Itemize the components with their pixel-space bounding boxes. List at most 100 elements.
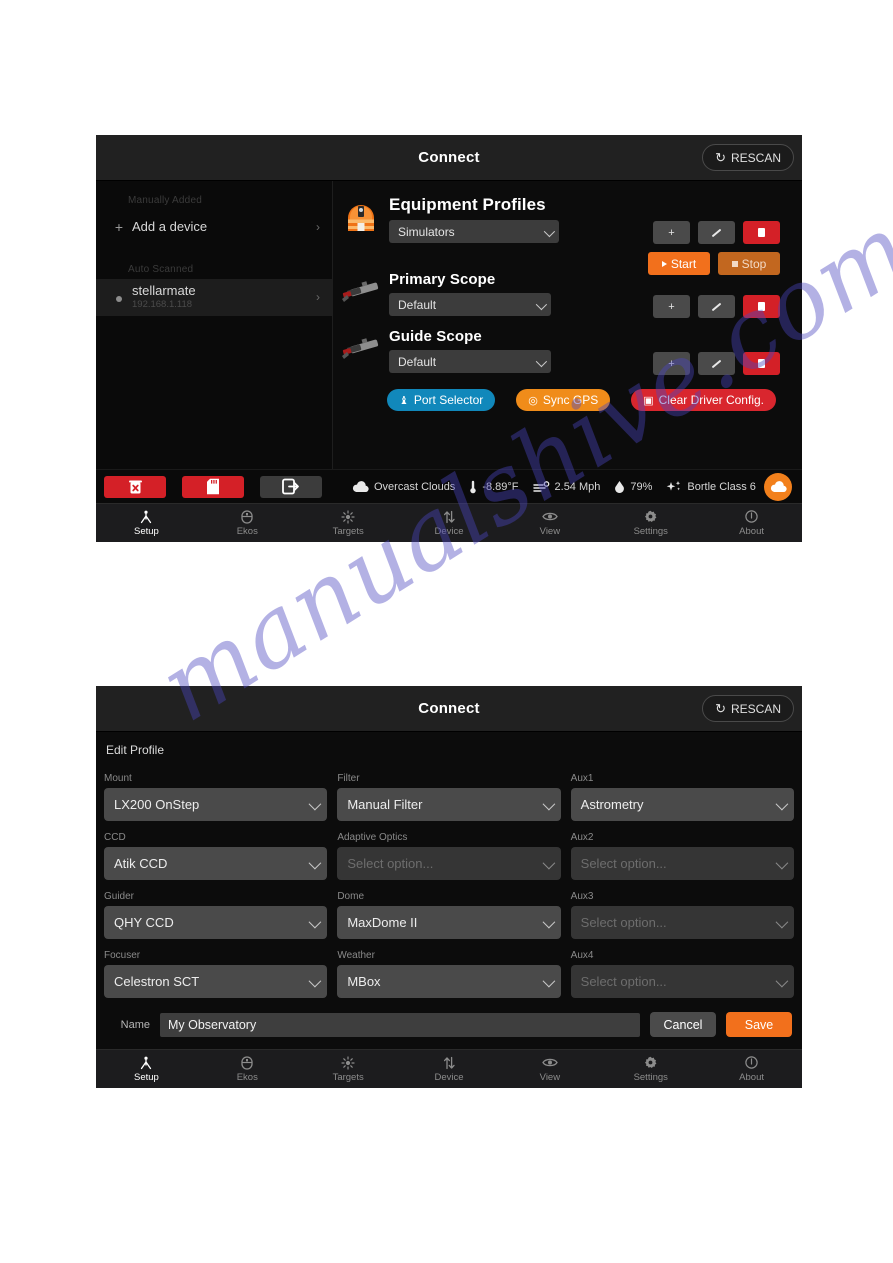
weather-temperature: -8.89°F bbox=[469, 480, 519, 494]
weather-bortle-class: Bortle Class 6 bbox=[666, 480, 756, 494]
tab-targets[interactable]: Targets bbox=[298, 509, 399, 537]
save-button[interactable]: Save bbox=[726, 1012, 792, 1037]
select-value: QHY CCD bbox=[114, 915, 174, 930]
wind-icon bbox=[532, 480, 550, 493]
field-label: Aux3 bbox=[570, 891, 594, 902]
section-guide-scope: Guide Scope Default + bbox=[333, 328, 802, 375]
edit-primary-scope-button[interactable] bbox=[698, 295, 735, 318]
mount-select[interactable]: LX200 OnStep bbox=[104, 788, 328, 821]
select-value: Select option... bbox=[580, 974, 667, 989]
form-row: Guider QHY CCD Dome MaxDome II Aux3 Sele… bbox=[104, 891, 794, 939]
section-title: Primary Scope bbox=[389, 271, 496, 288]
chevron-down-icon bbox=[543, 225, 556, 237]
device-sidebar: Manually Added + Add a device › Auto Sca… bbox=[96, 181, 333, 469]
field-label: Weather bbox=[337, 950, 375, 961]
logout-button[interactable] bbox=[260, 475, 322, 498]
add-profile-button[interactable]: + bbox=[653, 221, 690, 244]
ekos-icon bbox=[241, 1055, 253, 1070]
adaptive-optics-select[interactable]: Select option... bbox=[337, 847, 561, 880]
delete-profile-button[interactable] bbox=[743, 221, 780, 244]
filter-select[interactable]: Manual Filter bbox=[337, 788, 561, 821]
tab-about[interactable]: About bbox=[701, 509, 802, 537]
pencil-icon bbox=[711, 359, 722, 368]
tab-label: Setup bbox=[134, 1072, 159, 1083]
primary-scope-action-buttons: + bbox=[653, 295, 780, 318]
field-label: Adaptive Optics bbox=[337, 832, 408, 843]
tab-settings[interactable]: Settings bbox=[600, 1055, 701, 1083]
profile-name-input[interactable] bbox=[160, 1012, 640, 1037]
tab-device[interactable]: Device bbox=[399, 1055, 500, 1083]
stars-icon bbox=[666, 480, 682, 494]
play-icon bbox=[661, 260, 667, 267]
guider-select[interactable]: QHY CCD bbox=[104, 906, 328, 939]
dome-select[interactable]: MaxDome II bbox=[337, 906, 561, 939]
aux3-select[interactable]: Select option... bbox=[570, 906, 794, 939]
edit-guide-scope-button[interactable] bbox=[698, 352, 735, 375]
tab-label: Settings bbox=[633, 1072, 668, 1083]
sidebar-item-stellarmate[interactable]: stellarmate 192.168.1.118 › bbox=[96, 279, 332, 316]
guide-scope-select[interactable]: Default bbox=[389, 350, 551, 373]
rescan-button[interactable]: ↻ RESCAN bbox=[702, 695, 794, 722]
add-primary-scope-button[interactable]: + bbox=[653, 295, 690, 318]
tab-setup[interactable]: Setup bbox=[96, 1055, 197, 1083]
weather-cloud-button[interactable] bbox=[764, 472, 792, 501]
delete-device-button[interactable] bbox=[104, 475, 166, 498]
dot-icon bbox=[110, 289, 128, 305]
device-icon bbox=[442, 1055, 456, 1070]
edit-profile-title: Edit Profile bbox=[106, 743, 165, 757]
device-icon bbox=[442, 509, 456, 524]
tab-about[interactable]: About bbox=[701, 1055, 802, 1083]
primary-scope-select[interactable]: Default bbox=[389, 293, 551, 316]
aux1-select[interactable]: Astrometry bbox=[570, 788, 794, 821]
tab-targets[interactable]: Targets bbox=[298, 1055, 399, 1083]
rescan-label: RESCAN bbox=[730, 150, 781, 165]
clear-driver-config-button[interactable]: ▣ Clear Driver Config. bbox=[631, 389, 776, 411]
tab-label: Device bbox=[434, 1072, 464, 1083]
section-equipment-profiles: Equipment Profiles Simulators + Start St… bbox=[333, 195, 802, 275]
connect-screen-edit-profile: Connect ↻ RESCAN Edit Profile Mount LX20… bbox=[96, 686, 802, 1088]
thermometer-icon bbox=[469, 480, 477, 494]
tab-view[interactable]: View bbox=[499, 509, 600, 537]
targets-icon bbox=[341, 1055, 355, 1070]
chevron-down-icon bbox=[542, 797, 555, 810]
tab-view[interactable]: View bbox=[499, 1055, 600, 1083]
port-selector-button[interactable]: ♝ Port Selector bbox=[387, 389, 496, 411]
telescope-icon bbox=[333, 271, 389, 307]
sidebar-item-add-a-device[interactable]: + Add a device › bbox=[96, 210, 332, 244]
titlebar: Connect ↻ RESCAN bbox=[96, 135, 802, 181]
focuser-select[interactable]: Celestron SCT bbox=[104, 965, 328, 998]
equipment-profile-select[interactable]: Simulators bbox=[389, 220, 559, 243]
chevron-right-icon: › bbox=[316, 220, 320, 234]
tab-device[interactable]: Device bbox=[399, 509, 500, 537]
tab-label: Setup bbox=[134, 526, 159, 537]
setup-icon bbox=[139, 509, 153, 524]
edit-profile-button[interactable] bbox=[698, 221, 735, 244]
pencil-icon bbox=[711, 228, 722, 237]
temperature-text: -8.89°F bbox=[482, 480, 519, 493]
tab-ekos[interactable]: Ekos bbox=[197, 509, 298, 537]
aux2-select[interactable]: Select option... bbox=[570, 847, 794, 880]
eye-icon bbox=[542, 509, 558, 524]
tab-ekos[interactable]: Ekos bbox=[197, 1055, 298, 1083]
tab-label: Device bbox=[434, 526, 464, 537]
profile-action-buttons: + bbox=[653, 221, 780, 244]
sync-gps-button[interactable]: ◎ Sync GPS bbox=[516, 389, 611, 411]
weather-select[interactable]: MBox bbox=[337, 965, 561, 998]
select-value: Astrometry bbox=[580, 797, 644, 812]
sd-card-button[interactable] bbox=[182, 475, 244, 498]
tab-settings[interactable]: Settings bbox=[600, 509, 701, 537]
select-value: Default bbox=[398, 297, 437, 312]
select-value: MBox bbox=[347, 974, 381, 989]
field-mount: Mount LX200 OnStep bbox=[104, 773, 328, 821]
cancel-button[interactable]: Cancel bbox=[650, 1012, 716, 1037]
ccd-select[interactable]: Atik CCD bbox=[104, 847, 328, 880]
connect-screen-setup: Connect ↻ RESCAN Manually Added + Add a … bbox=[96, 135, 802, 542]
delete-primary-scope-button[interactable] bbox=[743, 295, 780, 318]
tab-label: About bbox=[739, 526, 764, 537]
delete-guide-scope-button[interactable] bbox=[743, 352, 780, 375]
tab-setup[interactable]: Setup bbox=[96, 509, 197, 537]
plus-icon: + bbox=[668, 226, 675, 239]
aux4-select[interactable]: Select option... bbox=[570, 965, 794, 998]
rescan-button[interactable]: ↻ RESCAN bbox=[702, 144, 794, 171]
add-guide-scope-button[interactable]: + bbox=[653, 352, 690, 375]
